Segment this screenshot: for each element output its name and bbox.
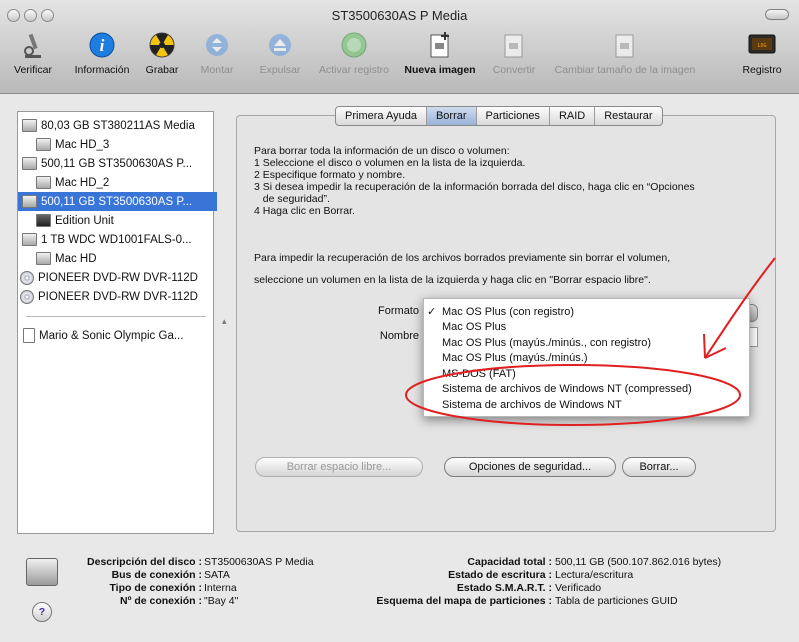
info-key: Bus de conexión :: [111, 569, 202, 581]
convert-icon: [499, 30, 529, 60]
hard-disk-icon: [22, 119, 37, 132]
tab-raid[interactable]: RAID: [550, 107, 596, 125]
info-key: Estado de escritura :: [448, 569, 552, 581]
sidebar-item-label: Mac HD_3: [55, 138, 110, 151]
sidebar-item-volume[interactable]: Mac HD_3: [18, 135, 231, 154]
tab-first-aid[interactable]: Primera Ayuda: [336, 107, 427, 125]
sidebar-item-disk[interactable]: 500,11 GB ST3500630AS P...: [18, 154, 217, 173]
sidebar-item-label: PIONEER DVD-RW DVR-112D: [38, 290, 198, 303]
sidebar-item-volume[interactable]: Mac HD_2: [18, 173, 231, 192]
eject-button[interactable]: Expulsar: [253, 30, 307, 76]
volume-icon: [36, 176, 51, 189]
info-value: SATA: [204, 569, 230, 581]
window-title: ST3500630AS P Media: [331, 8, 468, 23]
sidebar-divider: [26, 316, 206, 317]
burn-button[interactable]: Grabar: [141, 30, 183, 76]
sidebar-item-label: Mario & Sonic Olympic Ga...: [39, 329, 184, 342]
disk-info-icon: [26, 558, 58, 586]
info-key: Descripción del disco :: [87, 556, 202, 568]
disk-list-sidebar[interactable]: 80,03 GB ST380211AS Media Mac HD_3 500,1…: [17, 111, 217, 534]
instruction-line: 3 Si desea impedir la recuperación de la…: [254, 181, 695, 193]
tab-erase[interactable]: Borrar: [426, 107, 477, 125]
sidebar-item-label: Edition Unit: [55, 214, 114, 227]
info-key: Tipo de conexión :: [109, 582, 202, 594]
convert-button[interactable]: Convertir: [486, 30, 542, 76]
svg-text:LOG: LOG: [757, 43, 766, 49]
sidebar-item-label: Mac HD_2: [55, 176, 110, 189]
info-value: ST3500630AS P Media: [204, 556, 314, 568]
resize-image-icon: [610, 30, 640, 60]
eject-icon: [265, 30, 295, 60]
volume-icon: [36, 252, 51, 265]
sidebar-item-disk-image[interactable]: Mario & Sonic Olympic Ga...: [18, 326, 218, 345]
tab-bar: Primera Ayuda Borrar Particiones RAID Re…: [335, 106, 663, 126]
log-icon: LOG: [747, 30, 777, 60]
tab-partitions[interactable]: Particiones: [477, 107, 550, 125]
sidebar-item-label: 80,03 GB ST380211AS Media: [41, 119, 195, 132]
title-toolbar-area: ST3500630AS P Media Verificar i Informac…: [0, 0, 799, 94]
sidebar-item-volume[interactable]: Mac HD: [18, 249, 231, 268]
annotation-ellipse: [405, 364, 741, 426]
mount-icon: [202, 30, 232, 60]
tab-restore[interactable]: Restaurar: [595, 107, 661, 125]
svg-text:i: i: [100, 36, 105, 55]
sidebar-item-volume[interactable]: Edition Unit: [18, 211, 231, 230]
security-options-button[interactable]: Opciones de seguridad...: [444, 457, 616, 477]
help-button[interactable]: ?: [32, 602, 52, 622]
hard-disk-icon: [22, 157, 37, 170]
sidebar-item-label: PIONEER DVD-RW DVR-112D: [38, 271, 198, 284]
instruction-line: de seguridad”.: [254, 193, 330, 205]
info-key: Esquema del mapa de particiones :: [376, 595, 552, 607]
document-icon: [23, 328, 35, 343]
annotation-arrow: [704, 257, 776, 359]
sidebar-item-disk[interactable]: 1 TB WDC WD1001FALS-0...: [18, 230, 217, 249]
info-key: Nº de conexión :: [119, 595, 202, 607]
instruction-line: 4 Haga clic en Borrar.: [254, 205, 355, 217]
instruction-line: Para borrar toda la información de un di…: [254, 145, 510, 157]
sidebar-item-label: 500,11 GB ST3500630AS P...: [41, 195, 193, 208]
cd-drive-icon: [20, 270, 34, 285]
microscope-icon: [18, 30, 48, 60]
volume-icon: [36, 214, 51, 227]
sidebar-item-disk[interactable]: 80,03 GB ST380211AS Media: [18, 116, 217, 135]
splitter-handle[interactable]: ▴: [222, 316, 227, 327]
sidebar-item-label: 500,11 GB ST3500630AS P...: [41, 157, 193, 170]
mount-button[interactable]: Montar: [196, 30, 238, 76]
sidebar-item-optical-drive[interactable]: PIONEER DVD-RW DVR-112D: [18, 287, 215, 306]
instruction-line: 2 Especifique formato y nombre.: [254, 169, 406, 181]
new-image-button[interactable]: Nueva imagen: [401, 30, 479, 76]
verify-button[interactable]: Verificar: [2, 30, 64, 76]
journal-icon: [339, 30, 369, 60]
volume-icon: [36, 138, 51, 151]
cd-drive-icon: [20, 289, 34, 304]
info-key: Capacidad total :: [467, 556, 552, 568]
annotation-overlay: [405, 257, 776, 426]
sidebar-item-disk-selected[interactable]: 500,11 GB ST3500630AS P...: [18, 192, 217, 211]
instruction-line: 1 Seleccione el disco o volumen en la li…: [254, 157, 526, 169]
enable-journaling-button[interactable]: Activar registro: [311, 30, 397, 76]
log-button[interactable]: LOG Registro: [738, 30, 786, 76]
info-value: Interna: [204, 582, 237, 594]
info-value: Lectura/escritura: [555, 569, 634, 581]
info-button[interactable]: i Información: [69, 30, 135, 76]
info-value: Verificado: [555, 582, 602, 594]
info-value: Tabla de particiones GUID: [555, 595, 678, 607]
erase-button[interactable]: Borrar...: [622, 457, 696, 477]
info-icon: i: [87, 30, 117, 60]
erase-free-space-button[interactable]: Borrar espacio libre...: [255, 457, 423, 477]
burn-icon: [147, 30, 177, 60]
resize-image-button[interactable]: Cambiar tamaño de la imagen: [546, 30, 704, 76]
info-value: 500,11 GB (500.107.862.016 bytes): [555, 556, 722, 568]
hard-disk-icon: [22, 233, 37, 246]
info-value: "Bay 4": [204, 595, 239, 607]
hard-disk-icon: [22, 195, 37, 208]
toolbar-toggle-button[interactable]: [765, 9, 789, 20]
info-key: Estado S.M.A.R.T. :: [456, 582, 552, 594]
sidebar-item-label: Mac HD: [55, 252, 97, 265]
sidebar-item-label: 1 TB WDC WD1001FALS-0...: [41, 233, 192, 246]
erase-instructions: Para borrar toda la información de un di…: [254, 145, 764, 217]
sidebar-item-optical-drive[interactable]: PIONEER DVD-RW DVR-112D: [18, 268, 215, 287]
disk-info-footer: ? Descripción del disco : ST3500630AS P …: [0, 546, 799, 642]
new-image-icon: [425, 30, 455, 60]
